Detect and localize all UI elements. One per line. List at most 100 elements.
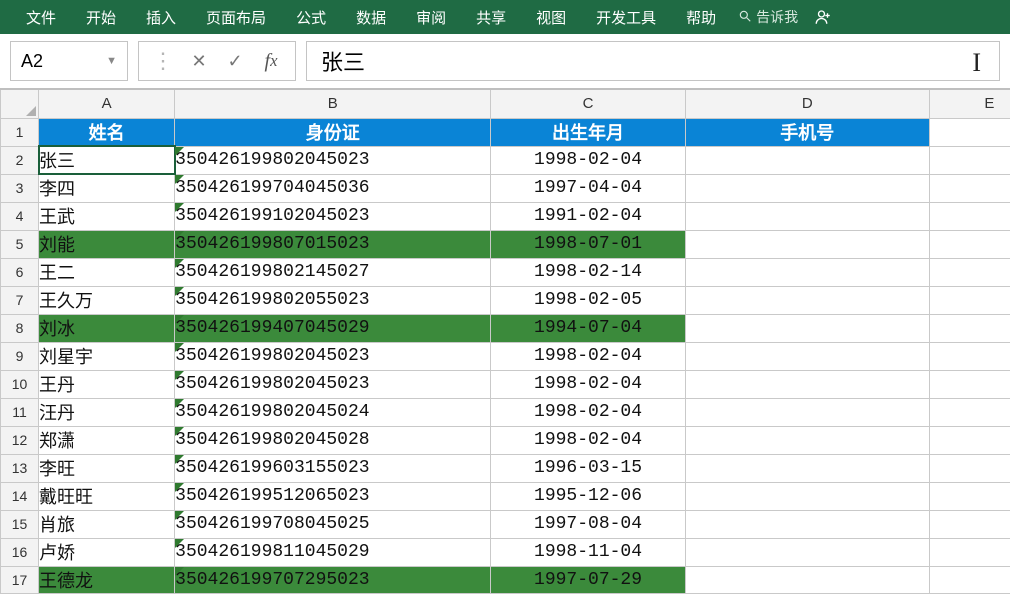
- cell-dob[interactable]: 1997-08-04: [491, 510, 685, 538]
- cell-dob[interactable]: 1997-04-04: [491, 174, 685, 202]
- more-icon[interactable]: ⋮: [145, 42, 181, 80]
- cell-dob[interactable]: 1998-02-04: [491, 398, 685, 426]
- cell-phone[interactable]: [685, 258, 929, 286]
- col-header-E[interactable]: E: [929, 90, 1010, 118]
- cell-name[interactable]: 王二: [39, 258, 175, 286]
- cell-dob[interactable]: 1998-02-04: [491, 426, 685, 454]
- cell-name[interactable]: 王久万: [39, 286, 175, 314]
- cell-name[interactable]: 汪丹: [39, 398, 175, 426]
- header-id[interactable]: 身份证: [175, 118, 491, 146]
- cell-id[interactable]: 350426199802045023: [175, 342, 491, 370]
- cell-id[interactable]: 350426199802145027: [175, 258, 491, 286]
- row-header[interactable]: 9: [1, 342, 39, 370]
- cell-id[interactable]: 350426199802045023: [175, 370, 491, 398]
- col-header-A[interactable]: A: [39, 90, 175, 118]
- cell-name[interactable]: 肖旅: [39, 510, 175, 538]
- header-dob[interactable]: 出生年月: [491, 118, 685, 146]
- cell-phone[interactable]: [685, 342, 929, 370]
- menu-review[interactable]: 审阅: [402, 1, 460, 34]
- cell-name[interactable]: 王武: [39, 202, 175, 230]
- tell-me[interactable]: 告诉我: [732, 7, 798, 27]
- cell-name[interactable]: 刘冰: [39, 314, 175, 342]
- cell-phone[interactable]: [685, 370, 929, 398]
- cell-dob[interactable]: 1998-02-04: [491, 370, 685, 398]
- cell-phone[interactable]: [685, 510, 929, 538]
- row-header[interactable]: 6: [1, 258, 39, 286]
- cell-dob[interactable]: 1998-02-04: [491, 146, 685, 174]
- cell-phone[interactable]: [685, 566, 929, 593]
- cell[interactable]: [929, 482, 1010, 510]
- row-header[interactable]: 3: [1, 174, 39, 202]
- row-header[interactable]: 17: [1, 566, 39, 593]
- cell[interactable]: [929, 510, 1010, 538]
- cell-id[interactable]: 350426199807015023: [175, 230, 491, 258]
- cell-phone[interactable]: [685, 146, 929, 174]
- cell-dob[interactable]: 1996-03-15: [491, 454, 685, 482]
- row-header[interactable]: 1: [1, 118, 39, 146]
- select-all-corner[interactable]: [1, 90, 39, 118]
- cell-dob[interactable]: 1991-02-04: [491, 202, 685, 230]
- col-header-B[interactable]: B: [175, 90, 491, 118]
- spreadsheet-grid[interactable]: A B C D E 1 姓名 身份证 出生年月 手机号 2张三350426199…: [0, 90, 1010, 594]
- cell-phone[interactable]: [685, 398, 929, 426]
- menu-view[interactable]: 视图: [522, 1, 580, 34]
- cell-dob[interactable]: 1998-02-04: [491, 342, 685, 370]
- formula-input[interactable]: 张三 I: [306, 41, 1000, 81]
- row-header[interactable]: 13: [1, 454, 39, 482]
- row-header[interactable]: 7: [1, 286, 39, 314]
- cell[interactable]: [929, 426, 1010, 454]
- cell-name[interactable]: 刘能: [39, 230, 175, 258]
- cell[interactable]: [929, 174, 1010, 202]
- row-header[interactable]: 11: [1, 398, 39, 426]
- name-box[interactable]: A2 ▼: [10, 41, 128, 81]
- cell-phone[interactable]: [685, 314, 929, 342]
- cell-phone[interactable]: [685, 286, 929, 314]
- cell-phone[interactable]: [685, 482, 929, 510]
- cell-name[interactable]: 戴旺旺: [39, 482, 175, 510]
- cell-dob[interactable]: 1998-02-05: [491, 286, 685, 314]
- cell[interactable]: [929, 314, 1010, 342]
- cell-phone[interactable]: [685, 202, 929, 230]
- cell-dob[interactable]: 1998-07-01: [491, 230, 685, 258]
- cell-id[interactable]: 350426199802045028: [175, 426, 491, 454]
- cell[interactable]: [929, 398, 1010, 426]
- cell[interactable]: [929, 202, 1010, 230]
- cell-name[interactable]: 张三: [39, 146, 175, 174]
- cell-name[interactable]: 王丹: [39, 370, 175, 398]
- col-header-C[interactable]: C: [491, 90, 685, 118]
- cell-dob[interactable]: 1995-12-06: [491, 482, 685, 510]
- cell-phone[interactable]: [685, 426, 929, 454]
- row-header[interactable]: 2: [1, 146, 39, 174]
- name-box-dropdown-icon[interactable]: ▼: [106, 55, 117, 67]
- cell-phone[interactable]: [685, 174, 929, 202]
- cell[interactable]: [929, 566, 1010, 593]
- menu-data[interactable]: 数据: [342, 1, 400, 34]
- cell-id[interactable]: 350426199707295023: [175, 566, 491, 593]
- menu-share[interactable]: 共享: [462, 1, 520, 34]
- cell-name[interactable]: 卢娇: [39, 538, 175, 566]
- fx-icon[interactable]: fx: [253, 42, 289, 80]
- cell-dob[interactable]: 1998-11-04: [491, 538, 685, 566]
- cell-id[interactable]: 350426199603155023: [175, 454, 491, 482]
- cell-dob[interactable]: 1997-07-29: [491, 566, 685, 593]
- cell-id[interactable]: 350426199802055023: [175, 286, 491, 314]
- cell-name[interactable]: 李四: [39, 174, 175, 202]
- row-header[interactable]: 15: [1, 510, 39, 538]
- cell-phone[interactable]: [685, 538, 929, 566]
- row-header[interactable]: 16: [1, 538, 39, 566]
- menu-help[interactable]: 帮助: [672, 1, 730, 34]
- header-name[interactable]: 姓名: [39, 118, 175, 146]
- cell-id[interactable]: 350426199512065023: [175, 482, 491, 510]
- cell[interactable]: [929, 230, 1010, 258]
- cell-name[interactable]: 李旺: [39, 454, 175, 482]
- confirm-icon[interactable]: ✓: [217, 42, 253, 80]
- cell-phone[interactable]: [685, 454, 929, 482]
- cancel-icon[interactable]: ✕: [181, 42, 217, 80]
- menu-dev[interactable]: 开发工具: [582, 1, 670, 34]
- cell-id[interactable]: 350426199708045025: [175, 510, 491, 538]
- menu-insert[interactable]: 插入: [132, 1, 190, 34]
- row-header[interactable]: 8: [1, 314, 39, 342]
- menu-layout[interactable]: 页面布局: [192, 1, 280, 34]
- cell[interactable]: [929, 538, 1010, 566]
- cell-phone[interactable]: [685, 230, 929, 258]
